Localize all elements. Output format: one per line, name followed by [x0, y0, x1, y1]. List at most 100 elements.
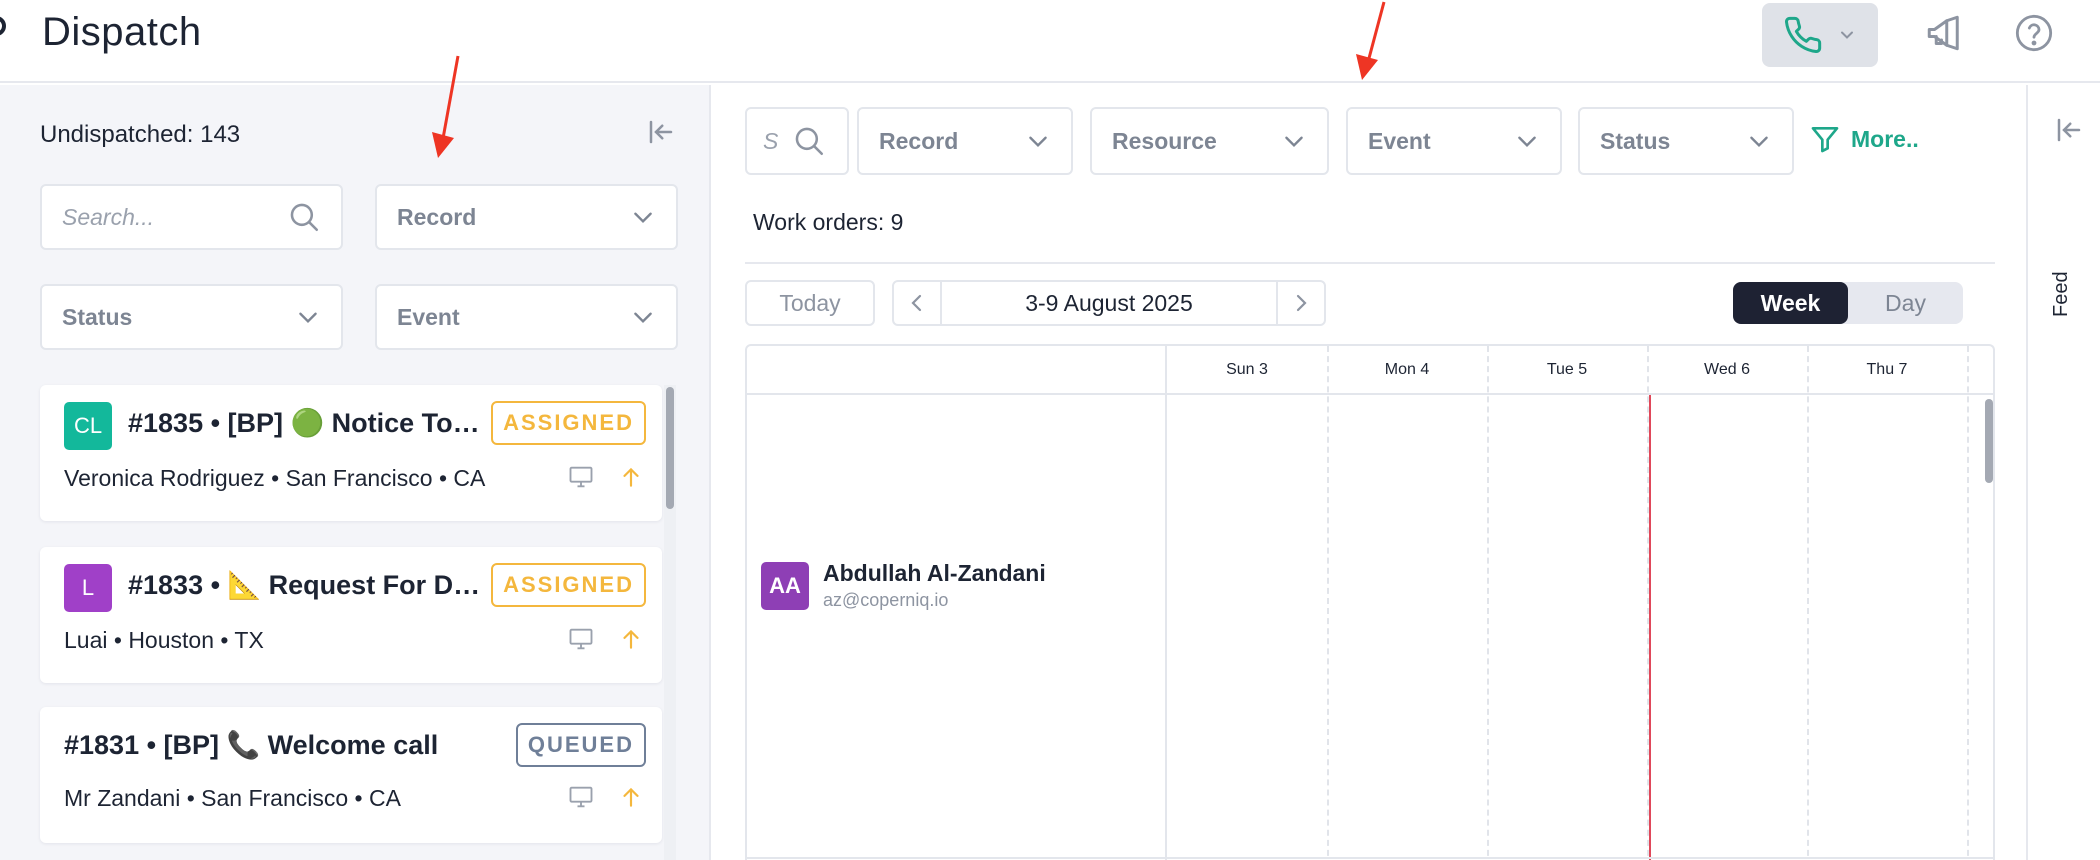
- chevron-down-icon: [1285, 136, 1303, 148]
- day-header-wed: Wed 6: [1704, 360, 1750, 378]
- card-title: #1835 • [BP] 🟢 Notice To…: [128, 408, 480, 438]
- card-title: #1831 • [BP] 📞 Welcome call: [64, 730, 439, 760]
- resource-email: az@coperniq.io: [823, 590, 949, 610]
- chevron-down-icon: [634, 312, 652, 324]
- event-filter-label: Event: [1368, 127, 1431, 154]
- event-filter-dropdown[interactable]: Event: [1346, 107, 1562, 175]
- chevron-down-icon: [1750, 136, 1768, 148]
- collapse-left-icon: [2057, 118, 2081, 142]
- today-button[interactable]: Today: [745, 280, 875, 326]
- status-badge: ASSIGNED: [491, 563, 646, 607]
- record-filter-dropdown[interactable]: Record: [857, 107, 1073, 175]
- status-badge: ASSIGNED: [491, 401, 646, 445]
- phone-dropdown-button[interactable]: [1762, 3, 1878, 67]
- arrow-up-icon[interactable]: [618, 625, 644, 653]
- monitor-icon[interactable]: [566, 625, 596, 653]
- dispatch-calendar-panel: S Record Resource Event Status More.. Wo…: [713, 85, 2026, 860]
- arrow-up-icon[interactable]: [618, 783, 644, 811]
- phone-icon: [1785, 16, 1822, 53]
- filter-icon: [1811, 127, 1839, 153]
- grid-line: [1967, 346, 1969, 860]
- date-range: 3-9 August 2025: [1025, 289, 1193, 316]
- current-time-indicator: [1649, 395, 1651, 860]
- feed-tab[interactable]: Feed: [2050, 257, 2080, 317]
- record-filter-dropdown[interactable]: Record: [375, 184, 678, 250]
- scrollbar-thumb[interactable]: [1985, 399, 1993, 483]
- logo-icon[interactable]: [0, 16, 6, 36]
- day-header-mon: Mon 4: [1384, 360, 1430, 378]
- day-header-sun: Sun 3: [1226, 360, 1268, 378]
- status-badge: QUEUED: [515, 723, 646, 767]
- arrow-up-icon[interactable]: [618, 463, 644, 491]
- next-week-button[interactable]: [1276, 282, 1324, 324]
- event-filter-label: Event: [397, 303, 460, 330]
- event-filter-dropdown[interactable]: Event: [375, 284, 678, 350]
- card-icons: [566, 463, 644, 491]
- divider: [745, 262, 1995, 264]
- chevron-right-icon: [1296, 294, 1307, 312]
- collapse-panel-button[interactable]: [646, 117, 676, 152]
- chevron-left-icon: [911, 294, 922, 312]
- avatar: AA: [761, 561, 809, 610]
- status-filter-dropdown[interactable]: Status: [1578, 107, 1794, 175]
- page-title: Dispatch: [42, 10, 202, 54]
- undispatched-panel: Undispatched: 143 Search... Record Statu…: [0, 85, 711, 860]
- search-icon: [290, 203, 319, 232]
- search-placeholder: S: [763, 127, 779, 154]
- day-header-thu: Thu 7: [1866, 360, 1908, 378]
- status-filter-label: Status: [62, 303, 133, 330]
- announcements-button[interactable]: [1922, 10, 1968, 56]
- search-placeholder: Search...: [62, 203, 155, 230]
- card-title: #1833 • 📐 Request For D…: [128, 570, 481, 600]
- calendar-search-input[interactable]: S: [745, 107, 849, 175]
- resource-name: Abdullah Al-Zandani: [823, 560, 1046, 586]
- resource-filter-label: Resource: [1112, 127, 1217, 154]
- annotation-arrow: [432, 55, 460, 158]
- card-subtitle: Luai • Houston • TX: [64, 627, 264, 653]
- resource-calendar: Sun 3 Mon 4 Tue 5 Wed 6 Thu 7 AA Abdulla…: [745, 344, 1995, 860]
- view-toggle: Week Day: [1733, 282, 1963, 324]
- week-view-button[interactable]: Week: [1733, 282, 1848, 324]
- megaphone-icon: [1927, 15, 1959, 51]
- help-button[interactable]: [2011, 10, 2057, 56]
- chevron-down-icon: [1029, 136, 1047, 148]
- avatar: L: [64, 564, 112, 612]
- date-navigator: 3-9 August 2025: [892, 280, 1326, 326]
- help-icon: [2015, 14, 2053, 52]
- feed-rail: Feed: [2026, 85, 2100, 860]
- grid-line: [1327, 346, 1329, 860]
- resource-filter-dropdown[interactable]: Resource: [1090, 107, 1329, 175]
- work-order-card[interactable]: L #1833 • 📐 Request For D… ASSIGNED Luai…: [40, 547, 662, 683]
- avatar: CL: [64, 402, 112, 450]
- work-order-card[interactable]: #1831 • [BP] 📞 Welcome call QUEUED Mr Za…: [40, 707, 662, 843]
- card-subtitle: Veronica Rodriguez • San Francisco • CA: [64, 465, 486, 491]
- record-filter-label: Record: [879, 127, 959, 154]
- collapse-left-icon: [649, 120, 673, 144]
- status-filter-dropdown[interactable]: Status: [40, 284, 343, 350]
- grid-line: [1165, 346, 1167, 860]
- more-filters-label: More..: [1851, 125, 1919, 152]
- status-filter-label: Status: [1600, 127, 1671, 154]
- scrollbar-thumb[interactable]: [666, 387, 674, 509]
- chevron-down-icon: [1518, 136, 1536, 148]
- annotation-arrow: [1356, 1, 1386, 80]
- monitor-icon[interactable]: [566, 463, 596, 491]
- top-bar: Dispatch: [0, 0, 2100, 83]
- search-icon: [796, 127, 824, 156]
- feed-label: Feed: [2050, 271, 2072, 317]
- day-view-button[interactable]: Day: [1848, 282, 1963, 324]
- monitor-icon[interactable]: [566, 783, 596, 811]
- resource-row-header[interactable]: AA Abdullah Al-Zandani az@coperniq.io: [761, 560, 1046, 611]
- work-order-card[interactable]: CL #1835 • [BP] 🟢 Notice To… ASSIGNED Ve…: [40, 385, 662, 521]
- more-filters-button[interactable]: More..: [1809, 123, 1919, 155]
- search-input[interactable]: Search...: [40, 184, 343, 250]
- work-orders-count: Work orders: 9: [753, 209, 904, 235]
- expand-feed-button[interactable]: [2054, 115, 2084, 150]
- chevron-down-icon: [299, 312, 317, 324]
- undispatched-count: Undispatched: 143: [40, 121, 241, 148]
- card-icons: [566, 625, 644, 653]
- chevron-down-icon: [634, 212, 652, 224]
- card-icons: [566, 783, 644, 811]
- grid-line: [1487, 346, 1489, 860]
- previous-week-button[interactable]: [894, 282, 942, 324]
